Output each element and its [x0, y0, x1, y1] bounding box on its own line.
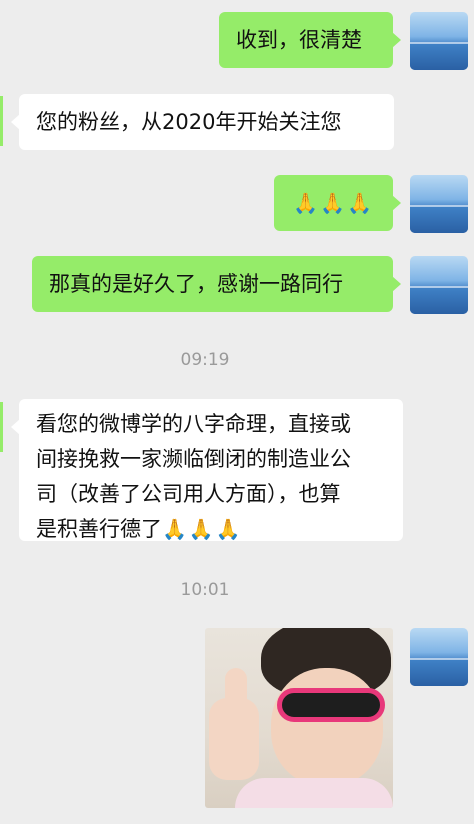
message-line: 间接挽救一家濒临倒闭的制造业公	[36, 447, 351, 471]
message-line: 是积善行德了🙏🙏🙏	[36, 512, 351, 547]
self-avatar-icon[interactable]	[410, 628, 468, 686]
sent-photo-image[interactable]	[205, 628, 393, 808]
message-emoji-text: 🙏🙏🙏	[293, 191, 374, 215]
message-text-block: 看您的微博学的八字命理，直接或 间接挽救一家濒临倒闭的制造业公 司（改善了公司用…	[36, 407, 351, 547]
message-line-text: 是积善行德了	[36, 517, 162, 541]
timestamp: 09:19	[180, 350, 230, 370]
message-bubble-incoming[interactable]: 看您的微博学的八字命理，直接或 间接挽救一家濒临倒闭的制造业公 司（改善了公司用…	[11, 399, 403, 541]
message-bubble-outgoing[interactable]: 🙏🙏🙏	[274, 175, 401, 231]
message-text: 那真的是好久了，感谢一路同行	[49, 272, 343, 296]
message-line: 司（改善了公司用人方面），也算	[36, 482, 341, 506]
message-bubble-outgoing[interactable]: 收到，很清楚	[219, 12, 401, 68]
message-text: 您的粉丝，从2020年开始关注您	[36, 110, 342, 134]
self-avatar-icon[interactable]	[410, 12, 468, 70]
message-emoji-text: 🙏🙏🙏	[162, 517, 243, 541]
self-avatar-icon[interactable]	[410, 175, 468, 233]
message-text: 收到，很清楚	[236, 28, 362, 52]
message-line: 看您的微博学的八字命理，直接或	[36, 412, 351, 436]
self-avatar-icon[interactable]	[410, 256, 468, 314]
sunglasses-shape	[277, 688, 385, 722]
incoming-avatar-edge	[0, 402, 3, 452]
message-bubble-outgoing[interactable]: 那真的是好久了，感谢一路同行	[32, 256, 401, 312]
timestamp: 10:01	[180, 580, 230, 600]
message-bubble-incoming[interactable]: 您的粉丝，从2020年开始关注您	[11, 94, 394, 150]
incoming-avatar-edge	[0, 96, 3, 146]
